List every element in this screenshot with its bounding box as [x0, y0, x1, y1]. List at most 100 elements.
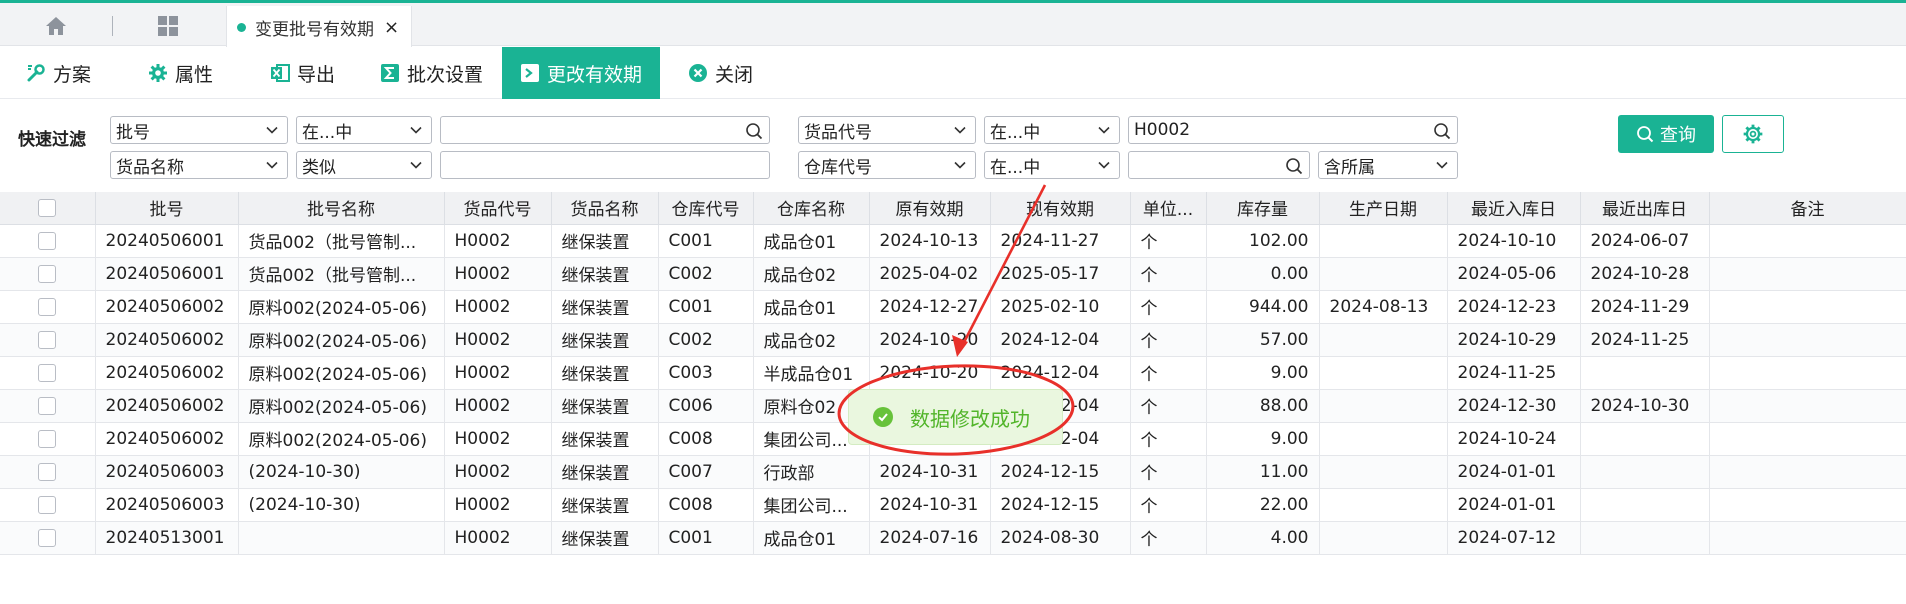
- batch-settings-label: 批次设置: [407, 63, 484, 86]
- table-cell: 个: [1130, 257, 1207, 291]
- row-checkbox[interactable]: [0, 257, 96, 291]
- table-cell: H0002: [444, 488, 552, 522]
- chevron-down-icon: [954, 161, 966, 169]
- table-cell: [1709, 224, 1906, 258]
- filter-settings-button[interactable]: [1722, 115, 1784, 153]
- table-cell: 个: [1130, 455, 1207, 489]
- table-cell: 原料002(2024-05-06): [238, 323, 445, 357]
- search-icon[interactable]: [1433, 122, 1451, 140]
- row-checkbox[interactable]: [0, 521, 96, 555]
- filter3-value-input[interactable]: [440, 151, 770, 179]
- home-button[interactable]: [36, 10, 76, 42]
- table-cell: H0002: [444, 521, 552, 555]
- table-cell: 2024-10-31: [869, 488, 991, 522]
- scheme-button[interactable]: 方案: [26, 47, 91, 99]
- row-checkbox[interactable]: [0, 389, 96, 423]
- filter2-field-select[interactable]: 货品代号: [798, 116, 976, 144]
- table-cell: 944.00: [1206, 290, 1320, 324]
- col-header[interactable]: 生产日期: [1319, 192, 1448, 225]
- tab-change-expiry[interactable]: 变更批号有效期 ×: [226, 6, 412, 49]
- table-cell: 20240506001: [95, 224, 239, 258]
- row-checkbox[interactable]: [0, 323, 96, 357]
- table-row[interactable]: 20240513001 H0002 继保装置 C001 成品仓01 2024-07-16 2…: [0, 521, 1906, 555]
- filter4-field-select[interactable]: 仓库代号: [798, 151, 976, 179]
- table-cell: 继保装置: [551, 323, 659, 357]
- col-header[interactable]: 备注: [1709, 192, 1906, 225]
- col-header[interactable]: 仓库名称: [753, 192, 870, 225]
- apps-button[interactable]: [148, 10, 188, 42]
- filter1-field-select[interactable]: 批号: [110, 116, 288, 144]
- export-button[interactable]: 导出: [270, 47, 335, 99]
- table-cell: C003: [658, 356, 754, 390]
- filter1-operator-select[interactable]: 在...中: [296, 116, 432, 144]
- table-cell: 0.00: [1206, 257, 1320, 291]
- tab-close-icon[interactable]: ×: [384, 17, 399, 38]
- table-cell: [1319, 257, 1448, 291]
- filter1-value-input[interactable]: [440, 116, 770, 144]
- col-header[interactable]: 单位...: [1130, 192, 1207, 225]
- table-row[interactable]: 20240506002 原料002(2024-05-06) H0002 继保装置 C00…: [0, 290, 1906, 324]
- row-checkbox[interactable]: [0, 488, 96, 522]
- col-header[interactable]: 最近出库日: [1580, 192, 1710, 225]
- row-checkbox[interactable]: [0, 224, 96, 258]
- filter2-value-input[interactable]: H0002: [1128, 116, 1458, 144]
- properties-button[interactable]: 属性: [148, 47, 213, 99]
- col-header[interactable]: 仓库代号: [658, 192, 754, 225]
- search-icon[interactable]: [1285, 157, 1303, 175]
- col-header[interactable]: 库存量: [1206, 192, 1320, 225]
- table-cell: [1709, 488, 1906, 522]
- table-row[interactable]: 20240506002 原料002(2024-05-06) H0002 继保装置 C00…: [0, 356, 1906, 390]
- table-cell: 20240506002: [95, 356, 239, 390]
- table-cell: [1319, 224, 1448, 258]
- table-row[interactable]: 20240506003 (2024-10-30) H0002 继保装置 C007 行政部 2…: [0, 455, 1906, 489]
- table-cell: 成品仓01: [753, 290, 870, 324]
- filter3-operator-select[interactable]: 类似: [296, 151, 432, 179]
- col-header[interactable]: 批号: [95, 192, 239, 225]
- table-row[interactable]: 20240506001 货品002（批号管制... H0002 继保装置 C002 成品仓…: [0, 257, 1906, 291]
- batch-settings-button[interactable]: 批次设置: [380, 47, 483, 99]
- table-cell: C002: [658, 323, 754, 357]
- table-row[interactable]: 20240506002 原料002(2024-05-06) H0002 继保装置 C00…: [0, 323, 1906, 357]
- filter3-operator-value: 类似: [302, 157, 336, 178]
- close-button[interactable]: 关闭: [688, 47, 753, 99]
- table-cell: C007: [658, 455, 754, 489]
- table-cell: 2024-12-15: [990, 455, 1131, 489]
- table-cell: 成品仓02: [753, 323, 870, 357]
- query-button[interactable]: 查询: [1618, 115, 1714, 153]
- filter4-operator-select[interactable]: 在...中: [984, 151, 1120, 179]
- select-all-checkbox[interactable]: [0, 192, 96, 225]
- table-cell: H0002: [444, 224, 552, 258]
- table-cell: 2024-10-31: [869, 455, 991, 489]
- row-checkbox[interactable]: [0, 455, 96, 489]
- table-cell: 2024-05-06: [1447, 257, 1581, 291]
- search-icon[interactable]: [745, 122, 763, 140]
- table-cell: [1709, 389, 1906, 423]
- table-cell: H0002: [444, 257, 552, 291]
- col-header[interactable]: 现有效期: [990, 192, 1131, 225]
- chevron-down-icon: [1098, 126, 1110, 134]
- row-checkbox[interactable]: [0, 356, 96, 390]
- table-cell: 成品仓02: [753, 257, 870, 291]
- table-cell: 个: [1130, 323, 1207, 357]
- active-tab-dot: [237, 23, 246, 32]
- table-cell: 2024-08-30: [990, 521, 1131, 555]
- row-checkbox[interactable]: [0, 422, 96, 456]
- row-checkbox[interactable]: [0, 290, 96, 324]
- table-cell: 88.00: [1206, 389, 1320, 423]
- col-header[interactable]: 原有效期: [869, 192, 991, 225]
- col-header[interactable]: 货品名称: [551, 192, 659, 225]
- filter1-field-value: 批号: [116, 122, 150, 143]
- scope-select[interactable]: 含所属: [1318, 151, 1458, 179]
- col-header[interactable]: 货品代号: [444, 192, 552, 225]
- col-header[interactable]: 最近入库日: [1447, 192, 1581, 225]
- filter4-value-input[interactable]: [1128, 151, 1310, 179]
- table-cell: 继保装置: [551, 422, 659, 456]
- quick-filter-label: 快速过滤: [18, 130, 86, 150]
- filter2-field-value: 货品代号: [804, 122, 872, 143]
- table-row[interactable]: 20240506003 (2024-10-30) H0002 继保装置 C008 集团公司…: [0, 488, 1906, 522]
- col-header[interactable]: 批号名称: [238, 192, 445, 225]
- change-expiry-button[interactable]: 更改有效期: [502, 47, 661, 99]
- table-row[interactable]: 20240506001 货品002（批号管制... H0002 继保装置 C001 成品仓…: [0, 224, 1906, 258]
- filter3-field-select[interactable]: 货品名称: [110, 151, 288, 179]
- filter2-operator-select[interactable]: 在...中: [984, 116, 1120, 144]
